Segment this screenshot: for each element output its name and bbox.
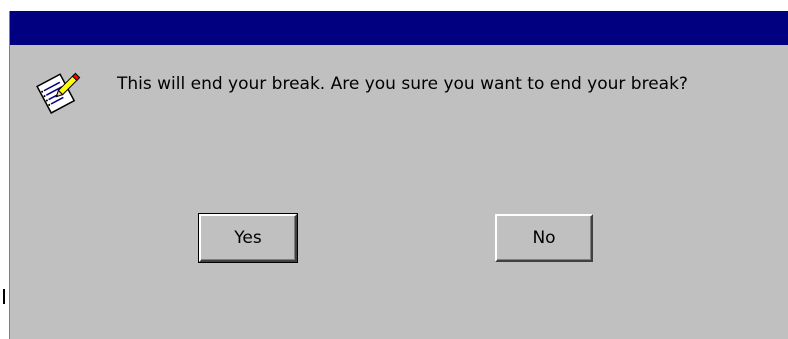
confirm-dialog: This will end your break. Are you sure y… <box>9 11 788 339</box>
dialog-body: This will end your break. Are you sure y… <box>10 45 788 339</box>
notepad-pencil-icon <box>31 66 83 118</box>
window-edge-mark <box>3 289 5 304</box>
no-button[interactable]: No <box>495 214 593 262</box>
yes-button[interactable]: Yes <box>198 213 298 263</box>
dialog-titlebar[interactable] <box>10 11 788 45</box>
dialog-message: This will end your break. Are you sure y… <box>117 74 688 94</box>
